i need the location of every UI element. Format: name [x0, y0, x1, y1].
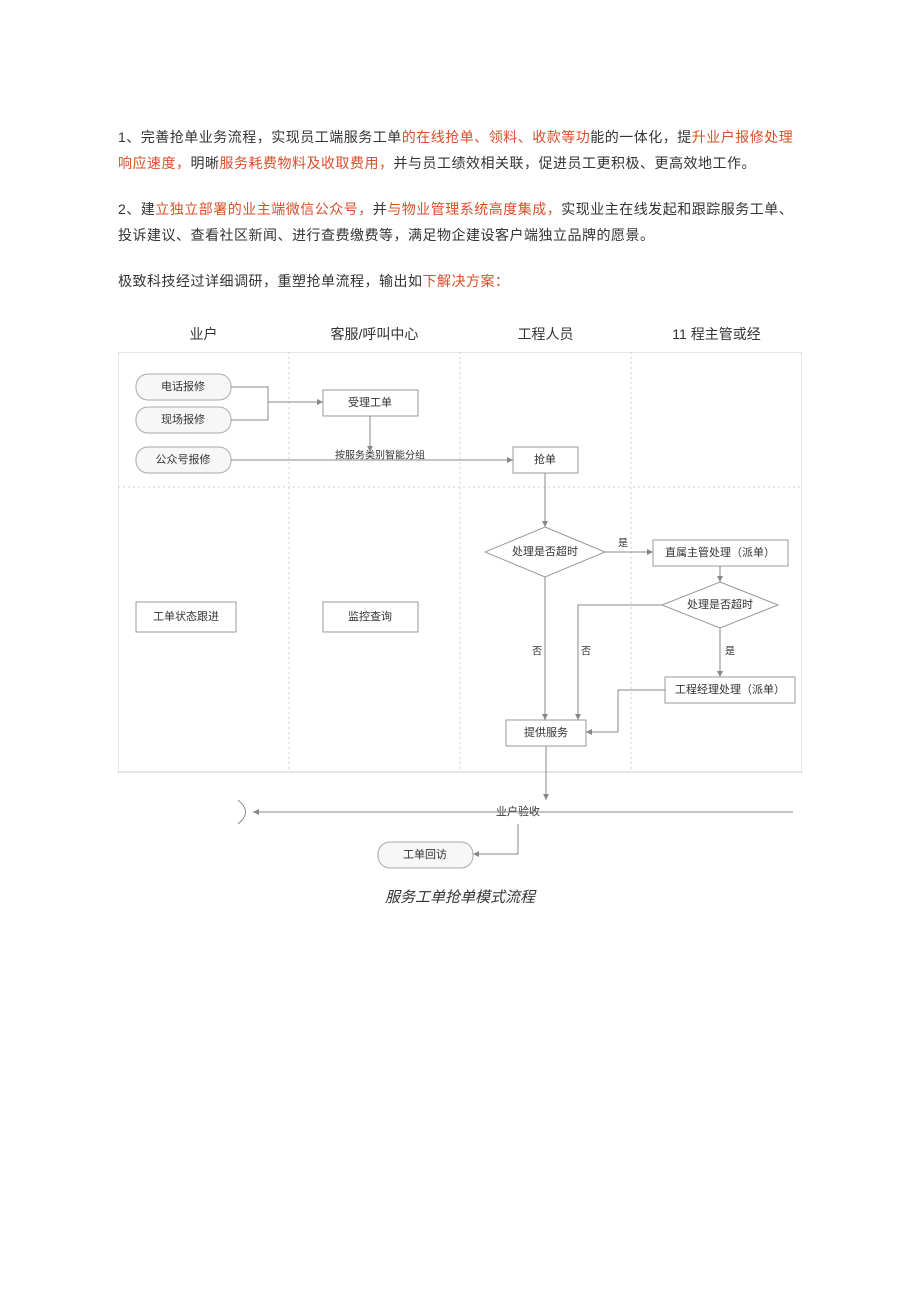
svg-text:是: 是	[618, 538, 628, 550]
node-site-report: 现场报修	[136, 407, 231, 433]
paragraph-3: 极致科技经过详细调研，重塑抢单流程，输出如下解决方案：	[118, 268, 802, 294]
node-phone-report: 电话报修	[136, 374, 231, 400]
svg-text:监控查询: 监控查询	[348, 609, 392, 623]
svg-text:提供服务: 提供服务	[524, 725, 568, 739]
highlight: 与物业管理系统高度集成，	[387, 201, 561, 217]
node-supervisor-dispatch: 直属主管处理（派单）	[653, 540, 788, 566]
highlight: 立独立部署的业主端微信公众号，	[155, 201, 373, 217]
svg-text:抢单: 抢单	[534, 452, 556, 466]
paragraph-2: 2、建立独立部署的业主端微信公众号，并与物业管理系统高度集成，实现业主在线发起和…	[118, 196, 802, 248]
svg-text:否: 否	[532, 646, 542, 658]
svg-text:处理是否超时: 处理是否超时	[512, 544, 578, 558]
svg-text:现场报修: 现场报修	[161, 412, 205, 426]
highlight: 下解决方案：	[423, 273, 510, 289]
svg-text:按服务类别智能分组: 按服务类别智能分组	[335, 449, 425, 462]
svg-text:是: 是	[725, 646, 735, 658]
swimlane-headers: 业户 客服/呼叫中心 工程人员 11 程主管或经	[118, 324, 802, 344]
lane-customer: 业户	[118, 324, 289, 344]
svg-text:工单状态跟进: 工单状态跟进	[153, 609, 219, 623]
svg-text:业户验收: 业户验收	[496, 804, 540, 818]
flowchart-svg-wrap: 电话报修 现场报修 公众号报修 受理工单 抢单	[118, 352, 802, 882]
node-grab-order: 抢单	[513, 447, 578, 473]
decision-timeout-2: 处理是否超时	[662, 582, 778, 628]
lane-supervisor: 11 程主管或经	[631, 324, 802, 344]
node-wechat-report: 公众号报修	[136, 447, 231, 473]
diagram-caption: 服务工单抢单模式流程	[118, 886, 802, 907]
svg-text:工程经理处理（派单）: 工程经理处理（派单）	[675, 683, 785, 696]
document-page: 1、完善抢单业务流程，实现员工端服务工单的在线抢单、领料、收款等功能的一体化，提…	[0, 0, 920, 1301]
flowchart-container: 业户 客服/呼叫中心 工程人员 11 程主管或经 电话报修	[118, 324, 802, 907]
node-manager-dispatch: 工程经理处理（派单）	[665, 677, 795, 703]
paragraph-1: 1、完善抢单业务流程，实现员工端服务工单的在线抢单、领料、收款等功能的一体化，提…	[118, 124, 802, 176]
svg-text:电话报修: 电话报修	[161, 379, 205, 393]
highlight: 服务耗费物料及收取费用，	[220, 155, 394, 171]
highlight: 的在线抢单、领料、收款等功	[402, 129, 591, 145]
decision-timeout-1: 处理是否超时	[485, 527, 605, 577]
node-provide-service: 提供服务	[506, 720, 586, 746]
svg-text:直属主管处理（派单）: 直属主管处理（派单）	[665, 545, 775, 559]
node-track-status: 工单状态跟进	[136, 602, 236, 632]
node-accept-order: 受理工单	[323, 390, 418, 416]
svg-text:工单回访: 工单回访	[403, 848, 447, 861]
svg-text:公众号报修: 公众号报修	[156, 452, 211, 466]
node-monitor-query: 监控查询	[323, 602, 418, 632]
svg-text:否: 否	[581, 646, 591, 658]
lane-service-center: 客服/呼叫中心	[289, 324, 460, 344]
flowchart-diagram: 电话报修 现场报修 公众号报修 受理工单 抢单	[118, 352, 802, 882]
svg-text:受理工单: 受理工单	[348, 396, 392, 409]
lane-engineer: 工程人员	[460, 324, 631, 344]
node-return-visit: 工单回访	[378, 842, 473, 868]
svg-text:处理是否超时: 处理是否超时	[687, 597, 753, 611]
